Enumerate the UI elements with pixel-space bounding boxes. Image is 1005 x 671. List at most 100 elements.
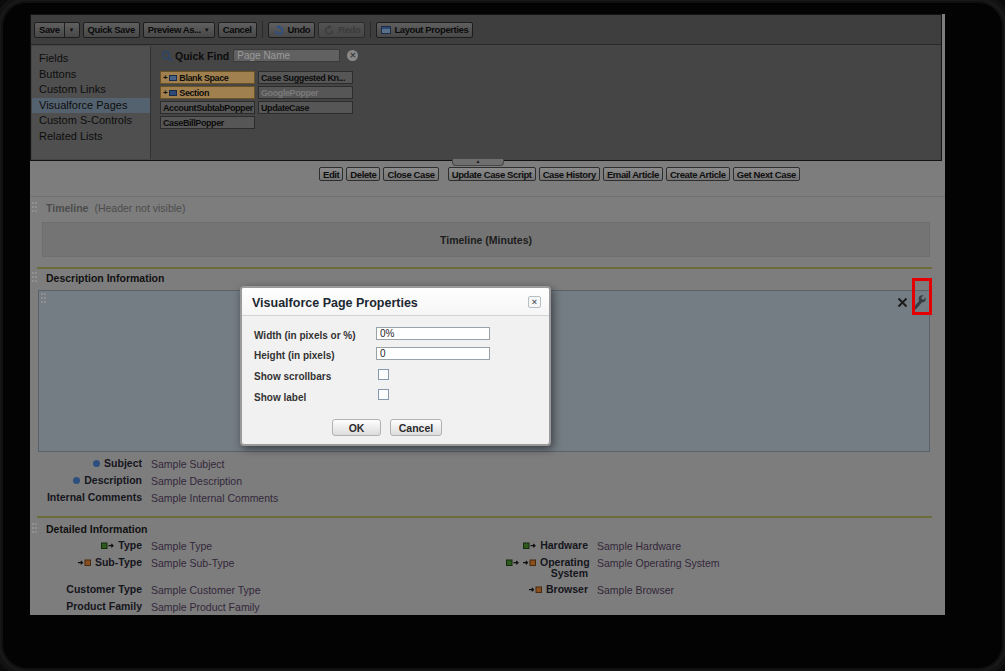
field-sample-value: Sample Product Family <box>151 601 260 613</box>
plus-icon: + <box>163 74 167 82</box>
plus-icon: + <box>163 89 167 97</box>
dependent-field-icon <box>523 559 536 567</box>
height-input[interactable] <box>376 347 490 360</box>
blank-space-icon <box>169 75 177 81</box>
caret-down-icon: ▼ <box>204 27 210 33</box>
field-row[interactable]: Internal Comments Sample Internal Commen… <box>30 492 945 505</box>
field-label: Browser <box>470 584 588 595</box>
edit-button[interactable]: Edit <box>319 167 343 181</box>
show-scrollbars-label: Show scrollbars <box>254 371 331 382</box>
palette-item-updatecase[interactable]: UpdateCase <box>258 101 353 114</box>
preview-as-button[interactable]: Preview As...▼ <box>143 22 215 38</box>
section-icon <box>169 90 177 96</box>
dialog-title: Visualforce Page Properties <box>252 296 418 310</box>
palette-panel: Save ▼ Quick Save Preview As...▼ Cancel … <box>30 14 942 161</box>
nav-item-related-lists[interactable]: Related Lists <box>32 129 150 145</box>
palette-collapse-handle[interactable]: ▲ <box>452 159 504 166</box>
show-scrollbars-checkbox[interactable] <box>378 369 389 380</box>
preview-as-label: Preview As... <box>148 24 201 35</box>
field-row[interactable]: Product Family Sample Product Family <box>30 601 945 614</box>
palette-item-label: Blank Space <box>179 73 228 83</box>
nav-item-visualforce-pages[interactable]: Visualforce Pages <box>32 98 150 114</box>
palette-item-label: Section <box>179 88 209 98</box>
caret-down-icon: ▼ <box>69 27 75 33</box>
get-next-case-button[interactable]: Get Next Case <box>733 167 800 181</box>
height-label: Height (in pixels) <box>254 350 335 361</box>
field-row[interactable]: Description Sample Description <box>30 475 945 488</box>
required-icon <box>73 477 80 484</box>
field-row[interactable]: Hardware Sample Hardware <box>30 540 945 553</box>
quick-save-label: Quick Save <box>88 24 135 35</box>
field-row[interactable]: Operating System Sample Operating System <box>30 557 945 570</box>
timeline-suffix: (Header not visible) <box>94 202 185 214</box>
palette-item-label: GooglePopper <box>261 88 318 98</box>
controlling-field-icon <box>523 542 536 550</box>
create-article-button[interactable]: Create Article <box>666 167 730 181</box>
field-row[interactable]: Browser Sample Browser <box>30 584 945 597</box>
palette-item-label: AccountSubtabPopper <box>163 103 253 113</box>
nav-item-custom-links[interactable]: Custom Links <box>32 82 150 98</box>
close-case-button[interactable]: Close Case <box>383 167 438 181</box>
description-section-title: Description Information <box>46 272 164 284</box>
palette-item-label: UpdateCase <box>261 103 309 113</box>
field-sample-value: Sample Internal Comments <box>151 492 278 504</box>
layout-properties-icon <box>381 26 391 34</box>
dialog-header: Visualforce Page Properties × <box>242 288 549 316</box>
cancel-button[interactable]: Cancel <box>390 419 442 436</box>
cancel-button[interactable]: Cancel <box>218 22 257 38</box>
section-divider <box>37 267 932 269</box>
quick-find-input[interactable] <box>233 49 340 62</box>
drag-handle-icon[interactable] <box>32 272 37 284</box>
case-history-button[interactable]: Case History <box>539 167 600 181</box>
save-dropdown-button[interactable]: ▼ <box>64 22 80 38</box>
palette-item-case-suggested[interactable]: Case Suggested Kn... <box>258 71 353 84</box>
email-article-button[interactable]: Email Article <box>603 167 663 181</box>
palette-item-label: Case Suggested Kn... <box>261 73 345 83</box>
remove-component-icon[interactable] <box>897 297 908 308</box>
drag-handle-icon[interactable] <box>41 293 46 305</box>
palette-item-accountsubtabpopper[interactable]: AccountSubtabPopper <box>160 101 255 114</box>
palette-content: Quick Find ✕ +Blank Space +Section Accou… <box>152 46 940 159</box>
ok-button[interactable]: OK <box>332 419 381 436</box>
field-label: Internal Comments <box>30 492 142 503</box>
undo-label: Undo <box>288 24 311 35</box>
cancel-label: Cancel <box>223 24 252 35</box>
palette-item-label: CaseBillPopper <box>163 118 224 128</box>
timeline-title: Timeline <box>46 202 88 214</box>
layout-properties-button[interactable]: Layout Properties <box>376 22 473 38</box>
field-label: Product Family <box>30 601 142 612</box>
show-label-checkbox[interactable] <box>378 389 389 400</box>
section-divider <box>37 516 932 518</box>
redo-icon <box>323 24 335 36</box>
palette-item-blank-space[interactable]: + Blank Space <box>160 71 255 84</box>
field-sample-value: Sample Operating System <box>597 557 720 569</box>
field-sample-value: Sample Description <box>151 475 242 487</box>
nav-item-custom-s-controls[interactable]: Custom S-Controls <box>32 113 150 129</box>
undo-button[interactable]: Undo <box>268 22 316 38</box>
quick-save-button[interactable]: Quick Save <box>83 22 140 38</box>
drag-handle-icon[interactable] <box>32 523 37 535</box>
palette-item-casebillpopper[interactable]: CaseBillPopper <box>160 116 255 129</box>
width-label: Width (in pixels or %) <box>254 330 356 341</box>
drag-handle-icon[interactable] <box>32 202 37 214</box>
detailed-section-header: Detailed Information <box>32 523 148 535</box>
timeline-component-label: Timeline (Minutes) <box>440 234 532 246</box>
nav-item-buttons[interactable]: Buttons <box>32 67 150 83</box>
nav-item-fields[interactable]: Fields <box>32 51 150 67</box>
palette-nav: Fields Buttons Custom Links Visualforce … <box>32 46 151 159</box>
clear-search-icon[interactable]: ✕ <box>347 50 358 61</box>
close-icon[interactable]: × <box>528 296 541 308</box>
update-case-script-button[interactable]: Update Case Script <box>448 167 536 181</box>
field-row[interactable]: Subject Sample Subject <box>30 458 945 471</box>
field-sample-value: Sample Hardware <box>597 540 681 552</box>
field-sample-value: Sample Browser <box>597 584 674 596</box>
delete-button[interactable]: Delete <box>346 167 380 181</box>
visualforce-page-properties-dialog: Visualforce Page Properties × Width (in … <box>240 286 551 446</box>
width-input[interactable] <box>376 327 490 340</box>
palette-items-column-2: Case Suggested Kn... GooglePopper Update… <box>258 71 353 114</box>
redo-button[interactable]: Redo <box>318 22 365 38</box>
timeline-component[interactable]: Timeline (Minutes) <box>42 222 930 257</box>
palette-item-section[interactable]: + Section <box>160 86 255 99</box>
save-button[interactable]: Save <box>34 22 65 38</box>
search-icon <box>161 50 173 62</box>
